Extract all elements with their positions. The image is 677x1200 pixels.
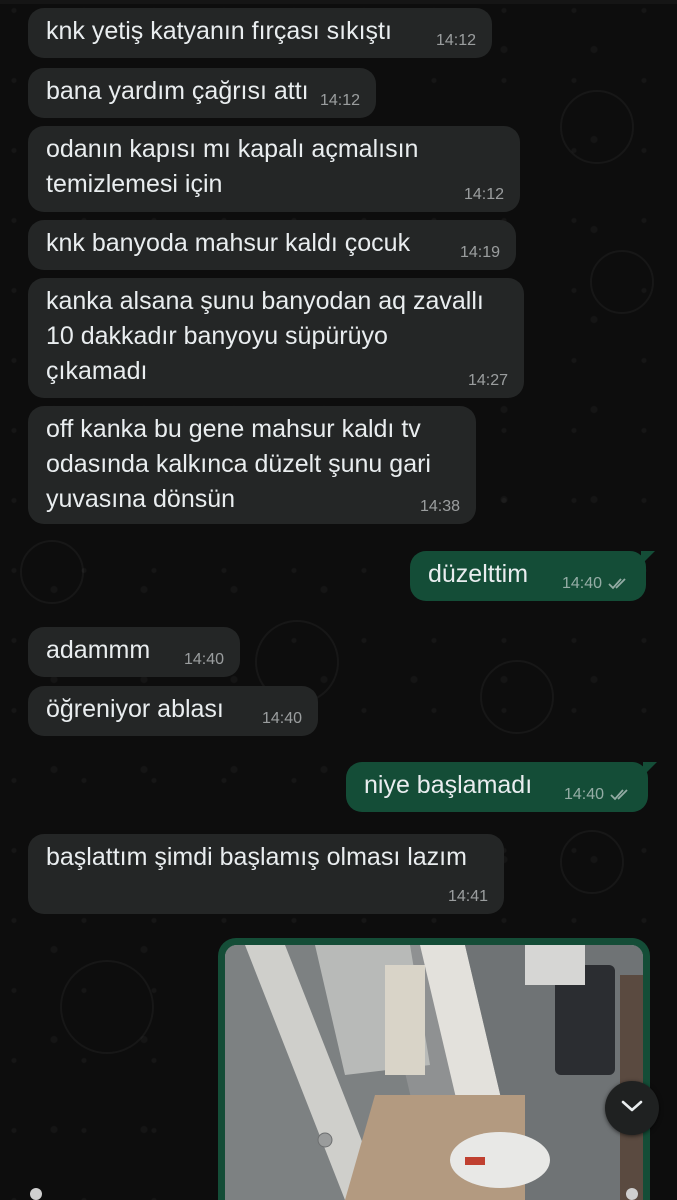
wallpaper-doodle (590, 250, 654, 314)
message-time: 14:40 (561, 575, 602, 592)
message-time: 14:19 (459, 244, 500, 261)
message-bubble-incoming[interactable]: kanka alsana şunu banyodan aq zavallı 10… (28, 278, 524, 398)
chat-view[interactable]: knk yetiş katyanın fırçası sıkıştı 14:12… (0, 0, 677, 1200)
message-bubble-incoming[interactable]: knk banyoda mahsur kaldı çocuk 14:19 (28, 220, 516, 270)
message-text: başlattım şimdi başlamış olması lazım (46, 843, 467, 871)
message-bubble-incoming[interactable]: knk yetiş katyanın fırçası sıkıştı 14:12 (28, 8, 492, 58)
message-time: 14:12 (435, 32, 476, 49)
message-bubble-incoming[interactable]: off kanka bu gene mahsur kaldı tv odasın… (28, 406, 476, 524)
chevron-down-icon (620, 1098, 644, 1119)
message-time: 14:12 (319, 92, 360, 109)
bubble-tail (643, 762, 657, 776)
message-text: off kanka bu gene mahsur kaldı tv odasın… (46, 415, 431, 513)
message-bubble-incoming[interactable]: odanın kapısı mı kapalı açmalısın temizl… (28, 126, 520, 212)
bubble-tail (641, 551, 655, 565)
message-time: 14:38 (419, 498, 460, 515)
message-time: 14:40 (261, 710, 302, 727)
message-bubble-incoming[interactable]: başlattım şimdi başlamış olması lazım 14… (28, 834, 504, 914)
message-bubble-incoming[interactable]: bana yardım çağrısı attı 14:12 (28, 68, 376, 118)
message-bubble-outgoing[interactable]: niye başlamadı 14:40 (346, 762, 657, 812)
message-text: knk banyoda mahsur kaldı çocuk (46, 229, 411, 257)
message-time: 14:12 (463, 186, 504, 203)
top-edge (0, 0, 677, 4)
message-time: 14:40 (563, 786, 604, 803)
message-time: 14:40 (183, 651, 224, 668)
photo-thumbnail[interactable] (225, 945, 643, 1200)
message-time: 14:41 (447, 888, 488, 905)
message-bubble-outgoing[interactable]: düzelttim 14:40 (410, 551, 655, 601)
wallpaper-doodle (20, 540, 84, 604)
indicator-dot (626, 1188, 638, 1200)
message-text: bana yardım çağrısı attı (46, 77, 309, 105)
message-text: kanka alsana şunu banyodan aq zavallı 10… (46, 287, 484, 385)
message-time: 14:27 (467, 372, 508, 389)
scroll-to-bottom-button[interactable] (605, 1081, 659, 1135)
read-double-check-icon (610, 788, 632, 802)
message-bubble-incoming[interactable]: adammm 14:40 (28, 627, 240, 677)
wallpaper-doodle (560, 830, 624, 894)
photo-message-outgoing[interactable] (218, 938, 650, 1200)
wallpaper-doodle (60, 960, 154, 1054)
message-text: odanın kapısı mı kapalı açmalısın temizl… (46, 135, 419, 198)
message-text: knk yetiş katyanın fırçası sıkıştı (46, 17, 392, 45)
wallpaper-doodle (560, 90, 634, 164)
indicator-dot (30, 1188, 42, 1200)
message-bubble-incoming[interactable]: öğreniyor ablası 14:40 (28, 686, 318, 736)
wallpaper-doodle (480, 660, 554, 734)
read-double-check-icon (608, 577, 630, 591)
